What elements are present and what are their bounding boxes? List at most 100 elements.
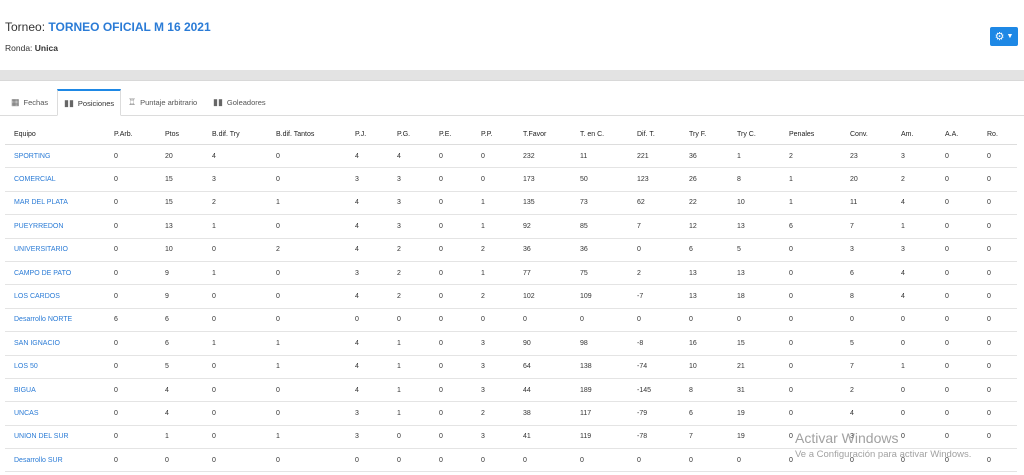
table-cell: 0 bbox=[936, 191, 978, 216]
team-link[interactable]: UNIVERSITARIO bbox=[5, 238, 105, 262]
table-row: UNION DEL SUR 0 1 0 1 3 0 0 3 41 119 -78 7 19 0 3 0 0 0 bbox=[5, 425, 1017, 450]
table-cell: -7 bbox=[628, 284, 680, 309]
table-row: SPORTING 0 20 4 0 4 4 0 0 232 11 221 36 1 2 23 3 0 0 bbox=[5, 144, 1017, 169]
table-cell: 2 bbox=[472, 238, 514, 262]
table-cell: 3 bbox=[472, 355, 514, 379]
table-cell: 0 bbox=[936, 331, 978, 356]
column-header: P.G. bbox=[388, 124, 430, 145]
table-cell: 5 bbox=[841, 331, 892, 356]
team-link[interactable]: UNION DEL SUR bbox=[5, 425, 105, 450]
table-cell: 3 bbox=[346, 261, 388, 286]
table-cell: 90 bbox=[514, 331, 571, 356]
table-cell: 4 bbox=[203, 144, 267, 169]
table-cell: 6 bbox=[105, 308, 156, 333]
table-cell: 0 bbox=[628, 308, 680, 333]
settings-dropdown-button[interactable]: ⚙ ▼ bbox=[990, 27, 1018, 46]
tab-goleadores[interactable]: ▮▮ Goleadores bbox=[207, 89, 277, 115]
table-cell: 26 bbox=[680, 167, 728, 192]
table-cell: 1 bbox=[203, 261, 267, 286]
column-header: Try C. bbox=[728, 124, 780, 145]
table-cell: 0 bbox=[388, 425, 430, 450]
team-link[interactable]: PUEYRREDON bbox=[5, 214, 105, 239]
standings-table: Equipo P.Arb. Ptos B.dif. Try B.dif. Tantos P… bbox=[5, 124, 1017, 473]
table-cell: 0 bbox=[430, 191, 472, 216]
table-cell: 0 bbox=[571, 448, 628, 473]
team-link[interactable]: Desarrollo SUR bbox=[5, 448, 105, 473]
table-cell: 0 bbox=[105, 238, 156, 262]
team-link[interactable]: COMERCIAL bbox=[5, 167, 105, 192]
tab-puntaje-arbitrario[interactable]: ♖ Puntaje arbitrario bbox=[122, 89, 206, 115]
table-cell: 0 bbox=[780, 401, 841, 426]
table-cell: 18 bbox=[728, 284, 780, 309]
table-cell: 31 bbox=[728, 378, 780, 403]
table-cell: 1 bbox=[203, 214, 267, 239]
table-cell: 0 bbox=[105, 284, 156, 309]
table-cell: 0 bbox=[203, 284, 267, 309]
table-cell: 0 bbox=[728, 448, 780, 473]
table-row: Desarrollo NORTE 6 6 0 0 0 0 0 0 0 0 0 0 0 0 0 0 0 0 bbox=[5, 308, 1017, 333]
table-cell: 2 bbox=[388, 238, 430, 262]
table-cell: 0 bbox=[267, 378, 346, 403]
table-cell: 0 bbox=[430, 448, 472, 473]
table-cell: 0 bbox=[936, 284, 978, 309]
tab-posiciones[interactable]: ▮▮ Posiciones bbox=[57, 89, 121, 116]
table-cell: 0 bbox=[430, 261, 472, 286]
team-link[interactable]: Desarrollo NORTE bbox=[5, 308, 105, 333]
bar-chart-icon: ▮▮ bbox=[64, 97, 74, 108]
table-cell: 0 bbox=[430, 308, 472, 333]
table-row: PUEYRREDON 0 13 1 0 4 3 0 1 92 85 7 12 13 6 7 1 0 0 bbox=[5, 214, 1017, 239]
table-cell: 15 bbox=[156, 191, 203, 216]
tournament-name[interactable]: TORNEO OFICIAL M 16 2021 bbox=[48, 20, 210, 34]
table-cell: 0 bbox=[780, 284, 841, 309]
table-cell: 0 bbox=[628, 448, 680, 473]
tab-label: Goleadores bbox=[226, 97, 266, 107]
table-cell: 11 bbox=[841, 191, 892, 216]
table-cell: 1 bbox=[472, 214, 514, 239]
team-link[interactable]: BIGUA bbox=[5, 378, 105, 403]
table-cell: 0 bbox=[472, 448, 514, 473]
team-link[interactable]: SPORTING bbox=[5, 144, 105, 169]
table-cell: 0 bbox=[780, 261, 841, 286]
table-cell: 44 bbox=[514, 378, 571, 403]
tab-fechas[interactable]: ▦ Fechas bbox=[5, 89, 57, 115]
table-cell: 7 bbox=[841, 214, 892, 239]
team-link[interactable]: CAMPO DE PATO bbox=[5, 261, 105, 286]
table-cell: 0 bbox=[936, 308, 978, 333]
table-cell: 8 bbox=[728, 167, 780, 192]
table-cell: 75 bbox=[571, 261, 628, 286]
table-cell: -145 bbox=[628, 378, 680, 403]
bar-chart-icon: ▮▮ bbox=[213, 96, 223, 107]
column-header: Penales bbox=[780, 124, 841, 145]
table-cell: 77 bbox=[514, 261, 571, 286]
column-header: B.dif. Try bbox=[203, 124, 267, 145]
table-cell: 0 bbox=[267, 214, 346, 239]
table-cell: 0 bbox=[267, 261, 346, 286]
table-cell: 10 bbox=[156, 238, 203, 262]
table-cell: 0 bbox=[105, 355, 156, 379]
trophy-icon: ♖ bbox=[128, 96, 137, 107]
table-cell: 189 bbox=[571, 378, 628, 403]
table-cell: 0 bbox=[430, 331, 472, 356]
team-link[interactable]: UNCAS bbox=[5, 401, 105, 426]
table-cell: 0 bbox=[430, 401, 472, 426]
table-row: CAMPO DE PATO 0 9 1 0 3 2 0 1 77 75 2 13 13 0 6 4 0 0 bbox=[5, 261, 1017, 286]
table-cell: 1 bbox=[780, 167, 841, 192]
table-cell: 0 bbox=[514, 448, 571, 473]
table-cell: 8 bbox=[841, 284, 892, 309]
table-header-row: Equipo P.Arb. Ptos B.dif. Try B.dif. Tantos P… bbox=[5, 124, 1017, 145]
column-header: A.A. bbox=[936, 124, 978, 145]
table-cell: 0 bbox=[105, 425, 156, 450]
table-cell: 3 bbox=[388, 191, 430, 216]
table-cell: 1 bbox=[267, 355, 346, 379]
table-cell: -74 bbox=[628, 355, 680, 379]
tab-label: Posiciones bbox=[77, 98, 115, 108]
table-cell: 1 bbox=[472, 261, 514, 286]
table-cell: 0 bbox=[267, 308, 346, 333]
team-link[interactable]: SAN IGNACIO bbox=[5, 331, 105, 356]
team-link[interactable]: LOS 50 bbox=[5, 355, 105, 379]
team-link[interactable]: LOS CARDOS bbox=[5, 284, 105, 309]
table-cell: 6 bbox=[841, 261, 892, 286]
column-header: Ro. bbox=[978, 124, 1017, 145]
team-link[interactable]: MAR DEL PLATA bbox=[5, 191, 105, 216]
table-cell: 0 bbox=[680, 448, 728, 473]
